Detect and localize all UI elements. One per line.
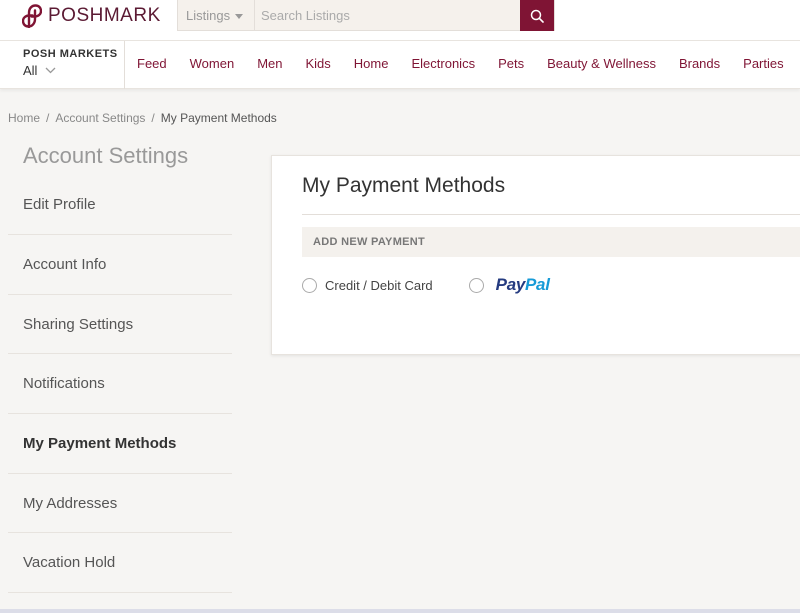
- breadcrumb-separator: /: [46, 111, 50, 125]
- sidebar-item-account-info[interactable]: Account Info: [8, 235, 232, 295]
- nav-link-electronics[interactable]: Electronics: [411, 56, 475, 71]
- nav-link-home[interactable]: Home: [354, 56, 389, 71]
- sidebar-item-payment-methods[interactable]: My Payment Methods: [8, 414, 232, 474]
- nav-link-parties[interactable]: Parties: [743, 56, 783, 71]
- main-nav: POSH MARKETS All Feed Women Men Kids Hom…: [0, 40, 800, 89]
- nav-link-kids[interactable]: Kids: [306, 56, 331, 71]
- chevron-down-icon: [45, 67, 56, 74]
- breadcrumb-account-settings[interactable]: Account Settings: [55, 111, 145, 125]
- poshmark-logo[interactable]: POSHMARK: [22, 4, 161, 28]
- breadcrumb: Home / Account Settings / My Payment Met…: [8, 111, 277, 125]
- payment-options: Credit / Debit Card PayPal: [302, 275, 586, 295]
- header: POSHMARK Listings: [0, 0, 800, 40]
- nav-link-feed[interactable]: Feed: [137, 56, 167, 71]
- posh-markets-value: All: [23, 63, 124, 78]
- paypal-logo: PayPal: [496, 275, 550, 295]
- option-credit-card[interactable]: Credit / Debit Card: [302, 277, 433, 293]
- page-title: My Payment Methods: [302, 174, 506, 197]
- search-category-label: Listings: [186, 7, 231, 23]
- nav-link-brands[interactable]: Brands: [679, 56, 720, 71]
- sidebar-item-vacation-hold[interactable]: Vacation Hold: [8, 533, 232, 594]
- paypal-radio[interactable]: [468, 277, 484, 293]
- sidebar-item-addresses[interactable]: My Addresses: [8, 474, 232, 534]
- search-icon: [530, 9, 544, 23]
- breadcrumb-separator: /: [151, 111, 155, 125]
- nav-link-men[interactable]: Men: [257, 56, 282, 71]
- posh-markets-selector[interactable]: POSH MARKETS All: [0, 41, 125, 89]
- poshmark-logo-icon: [22, 4, 42, 28]
- posh-markets-selected: All: [23, 63, 38, 78]
- search-input[interactable]: [255, 0, 520, 30]
- paypal-logo-part1: Pay: [495, 275, 526, 294]
- sidebar-item-notifications[interactable]: Notifications: [8, 354, 232, 415]
- divider: [302, 214, 800, 215]
- credit-card-label: Credit / Debit Card: [325, 277, 433, 293]
- nav-link-women[interactable]: Women: [190, 56, 235, 71]
- section-header: ADD NEW PAYMENT: [302, 227, 800, 257]
- nav-link-beauty-wellness[interactable]: Beauty & Wellness: [547, 56, 656, 71]
- posh-markets-title: POSH MARKETS: [23, 48, 118, 60]
- caret-down-icon: [235, 13, 244, 19]
- credit-card-radio[interactable]: [302, 277, 317, 293]
- sidebar-item-edit-profile[interactable]: Edit Profile: [8, 176, 232, 235]
- search-category-dropdown[interactable]: Listings: [178, 0, 255, 30]
- nav-links: Feed Women Men Kids Home Electronics Pet…: [137, 56, 784, 71]
- sidebar: Edit Profile Account Info Sharing Settin…: [8, 176, 232, 594]
- nav-link-pets[interactable]: Pets: [498, 56, 524, 71]
- breadcrumb-current: My Payment Methods: [160, 111, 277, 125]
- search-button[interactable]: [520, 0, 554, 31]
- sidebar-title: Account Settings: [23, 143, 189, 168]
- brand-name: POSHMARK: [48, 5, 161, 26]
- breadcrumb-home[interactable]: Home: [8, 111, 40, 125]
- paypal-logo-part2: Pal: [525, 275, 550, 294]
- payment-methods-panel: My Payment Methods ADD NEW PAYMENT Credi…: [271, 155, 800, 355]
- sidebar-item-sharing-settings[interactable]: Sharing Settings: [8, 295, 232, 355]
- page-bottom-edge: [0, 609, 800, 613]
- search-bar: Listings: [177, 0, 555, 31]
- option-paypal[interactable]: PayPal: [468, 275, 550, 295]
